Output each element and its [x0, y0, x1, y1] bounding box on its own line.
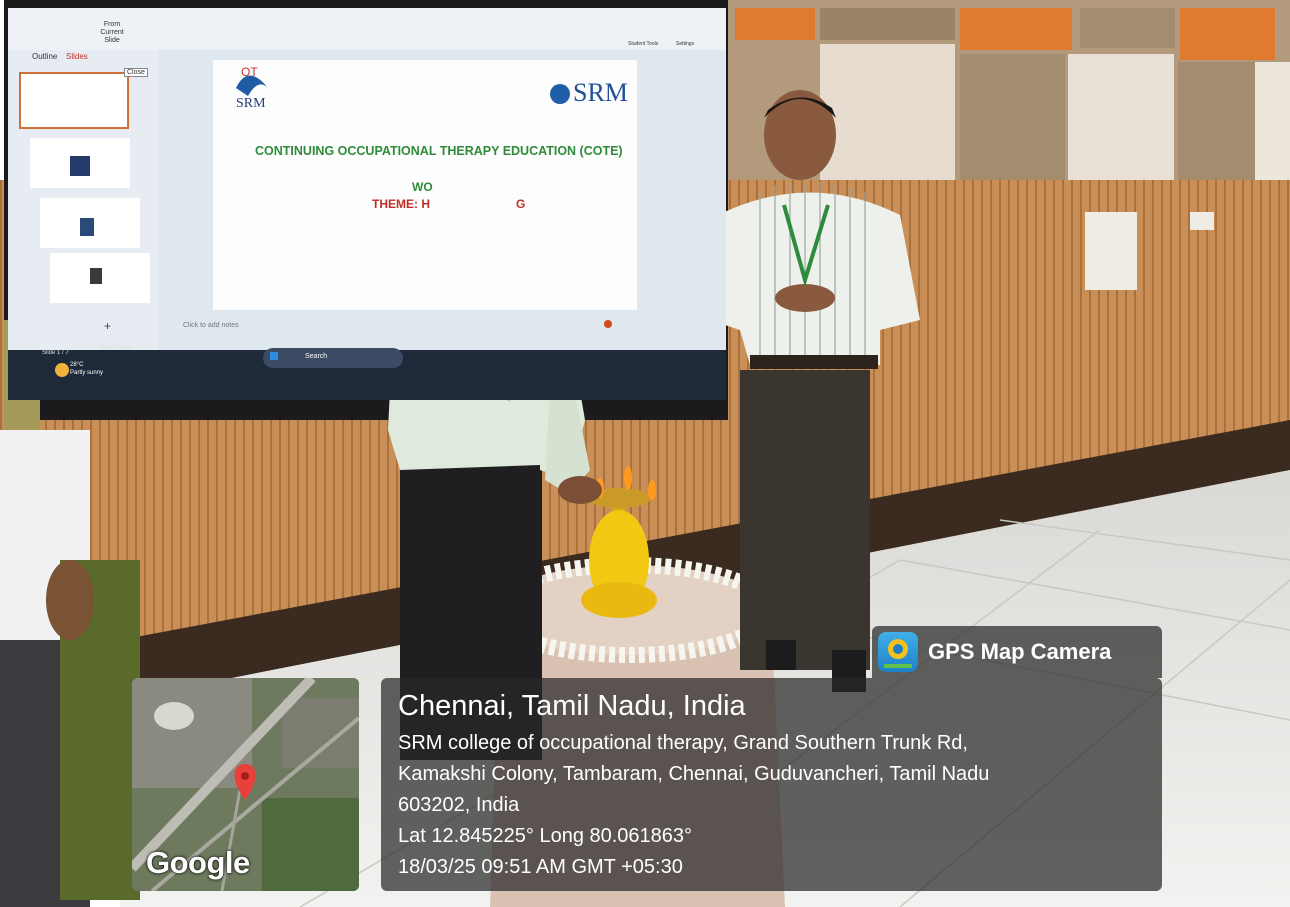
- ot-logo-letters: OT: [241, 65, 258, 79]
- address-line-2: Kamakshi Colony, Tambaram, Chennai, Gudu…: [398, 763, 990, 785]
- gps-app-name: GPS Map Camera: [928, 639, 1112, 664]
- gps-coordinates: Lat 12.845225° Long 80.061863°: [398, 825, 693, 847]
- gps-info-panel: Chennai, Tamil Nadu, India SRM college o…: [381, 678, 1162, 891]
- tab-slides[interactable]: Slides: [66, 52, 88, 61]
- close-tooltip: Close: [124, 68, 148, 77]
- location-city: Chennai, Tamil Nadu, India: [398, 690, 746, 722]
- slide-title: CONTINUING OCCUPATIONAL THERAPY EDUCATIO…: [255, 144, 623, 158]
- screen-ui: [8, 8, 726, 400]
- gps-camera-app-icon: [878, 632, 918, 672]
- photo: OT SRM SRM CONTINUING OCCUPATIONAL THERA…: [0, 0, 1290, 907]
- add-slide-icon[interactable]: +: [104, 319, 111, 333]
- slide-logo-left: SRM: [236, 96, 266, 111]
- slide-counter: Slide 1 / 7: [42, 350, 69, 356]
- address-line-1: SRM college of occupational therapy, Gra…: [398, 732, 968, 754]
- slide-logo-right: SRM: [573, 78, 628, 107]
- map-thumbnail: Google: [132, 678, 359, 891]
- settings-button[interactable]: Settings: [676, 41, 694, 47]
- slide-theme-tail: G: [516, 197, 526, 211]
- slide-line-2: WO: [412, 180, 433, 194]
- google-logo: Google: [146, 845, 250, 880]
- taskbar-search[interactable]: Search: [305, 353, 327, 360]
- slide-theme: THEME: H: [372, 197, 430, 211]
- from-current-slide-button[interactable]: From Current Slide: [92, 21, 132, 45]
- tab-outline[interactable]: Outline: [32, 52, 57, 61]
- photo-datetime: 18/03/25 09:51 AM GMT +05:30: [398, 856, 683, 878]
- office-theme-label: Office Theme: [98, 345, 134, 351]
- weather-temp: 28°C: [70, 362, 84, 368]
- gps-camera-header: GPS Map Camera: [872, 626, 1162, 678]
- address-line-3: 603202, India: [398, 794, 520, 816]
- presentation-screen: OT SRM SRM CONTINUING OCCUPATIONAL THERA…: [8, 8, 726, 400]
- weather-desc: Partly sunny: [70, 370, 104, 376]
- notes-placeholder[interactable]: Click to add notes: [183, 322, 239, 329]
- student-tools-button[interactable]: Student Tools: [628, 41, 658, 47]
